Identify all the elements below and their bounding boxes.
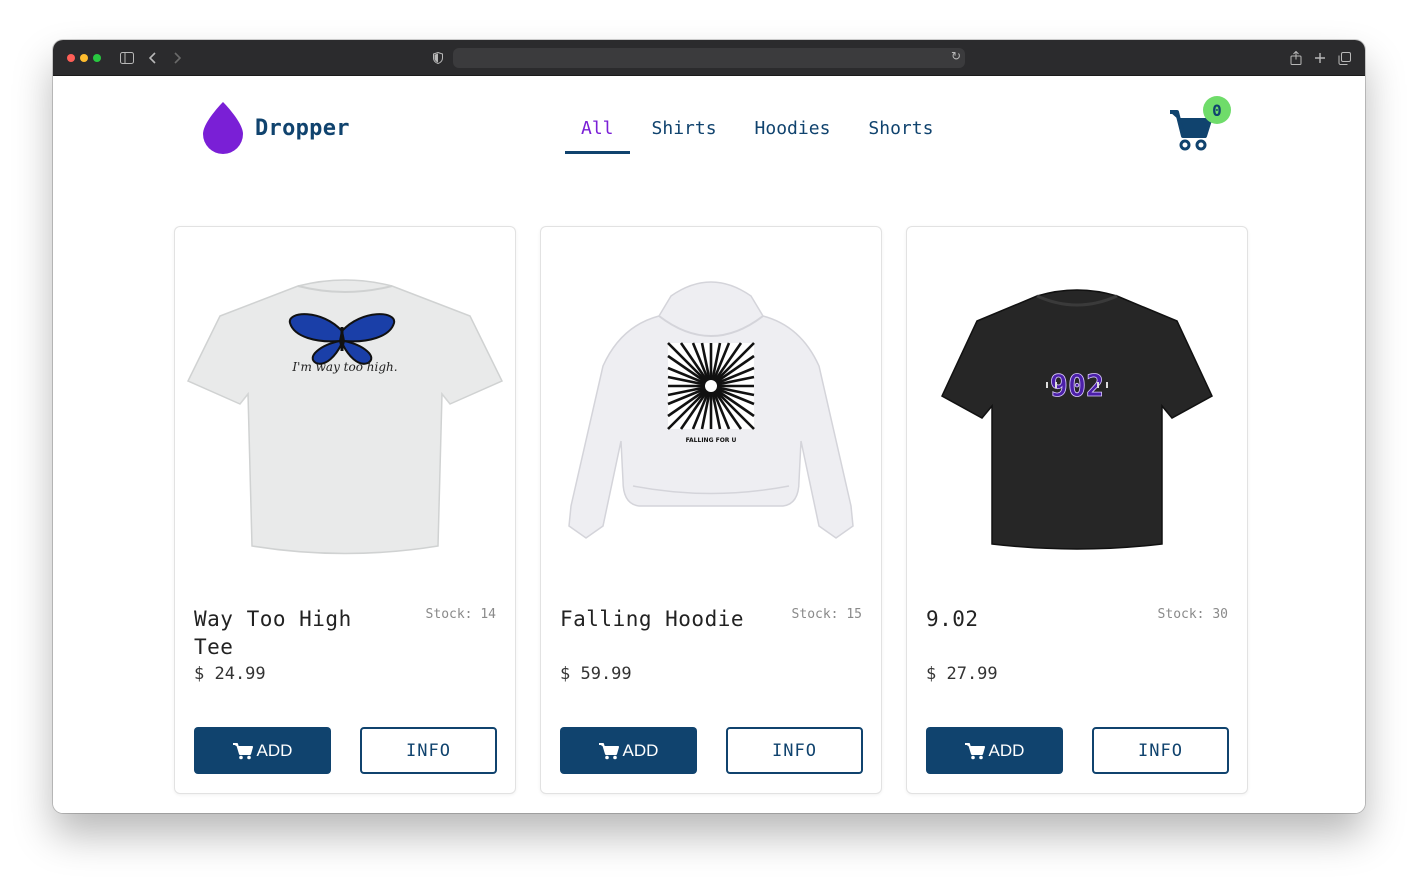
info-button[interactable]: INFO — [360, 727, 497, 774]
info-button[interactable]: INFO — [726, 727, 863, 774]
category-nav: All Shirts Hoodies Shorts — [565, 118, 949, 154]
share-icon[interactable] — [1289, 49, 1303, 67]
new-tab-icon[interactable] — [1313, 49, 1327, 67]
product-name: Way Too High Tee — [194, 607, 352, 659]
add-to-cart-button[interactable]: ADD — [926, 727, 1063, 774]
product-name: 9.02 — [926, 607, 979, 631]
add-to-cart-button[interactable]: ADD — [560, 727, 697, 774]
product-grid: I'm way too high. Way Too High Tee Stock… — [174, 226, 1248, 794]
brand-logo[interactable]: Dropper — [201, 102, 350, 154]
add-button-label: ADD — [622, 740, 659, 760]
maximize-window-button[interactable] — [93, 54, 101, 62]
brand-name: Dropper — [255, 115, 350, 141]
product-card: FALLING FOR U Falling Hoodie Stock: 15 $… — [540, 226, 882, 794]
info-button[interactable]: INFO — [1092, 727, 1229, 774]
address-bar[interactable]: ↻ — [453, 48, 965, 68]
product-stock: Stock: 30 — [1157, 607, 1228, 622]
nav-tab-hoodies[interactable]: Hoodies — [739, 118, 847, 154]
browser-titlebar: ↻ — [53, 40, 1365, 76]
tee-print-text: I'm way too high. — [291, 360, 397, 374]
product-price: $ 27.99 — [926, 664, 998, 684]
tab-overview-icon[interactable] — [1337, 49, 1351, 67]
forward-icon[interactable] — [171, 49, 183, 67]
product-name: Falling Hoodie — [560, 607, 745, 631]
product-image-white-hoodie[interactable]: FALLING FOR U — [541, 251, 881, 591]
reload-icon[interactable]: ↻ — [951, 49, 961, 63]
nav-tab-all[interactable]: All — [565, 118, 630, 154]
product-stock: Stock: 14 — [425, 607, 496, 622]
nav-tab-shirts[interactable]: Shirts — [636, 118, 733, 154]
add-button-label: ADD — [256, 740, 293, 760]
minimize-window-button[interactable] — [80, 54, 88, 62]
product-card: 902 9.02 Stock: 30 $ 27.99 ADD INFO — [906, 226, 1248, 794]
product-price: $ 59.99 — [560, 664, 632, 684]
cart-icon — [964, 742, 985, 759]
hoodie-print-text: FALLING FOR U — [686, 437, 737, 444]
cart-count-badge: 0 — [1203, 96, 1231, 124]
product-image-black-tee[interactable]: 902 — [907, 251, 1247, 591]
store-page: Dropper All Shirts Hoodies Shorts 0 I'm … — [53, 76, 1365, 813]
cart-icon — [598, 742, 619, 759]
product-image-white-tee[interactable]: I'm way too high. — [175, 251, 515, 591]
sidebar-toggle-icon[interactable] — [119, 49, 135, 67]
cart-button[interactable]: 0 — [1169, 96, 1233, 156]
droplet-icon — [203, 102, 243, 154]
back-icon[interactable] — [147, 49, 159, 67]
add-button-label: ADD — [988, 740, 1025, 760]
close-window-button[interactable] — [67, 54, 75, 62]
black-tee-print-text: 902 — [1050, 369, 1104, 404]
product-stock: Stock: 15 — [791, 607, 862, 622]
nav-tab-shorts[interactable]: Shorts — [852, 118, 949, 154]
cart-icon — [232, 742, 253, 759]
browser-window: ↻ Dropper All Shirts Hoodies Shorts 0 I'… — [53, 40, 1365, 813]
privacy-shield-icon[interactable] — [431, 49, 445, 67]
product-card: I'm way too high. Way Too High Tee Stock… — [174, 226, 516, 794]
add-to-cart-button[interactable]: ADD — [194, 727, 331, 774]
product-price: $ 24.99 — [194, 664, 266, 684]
